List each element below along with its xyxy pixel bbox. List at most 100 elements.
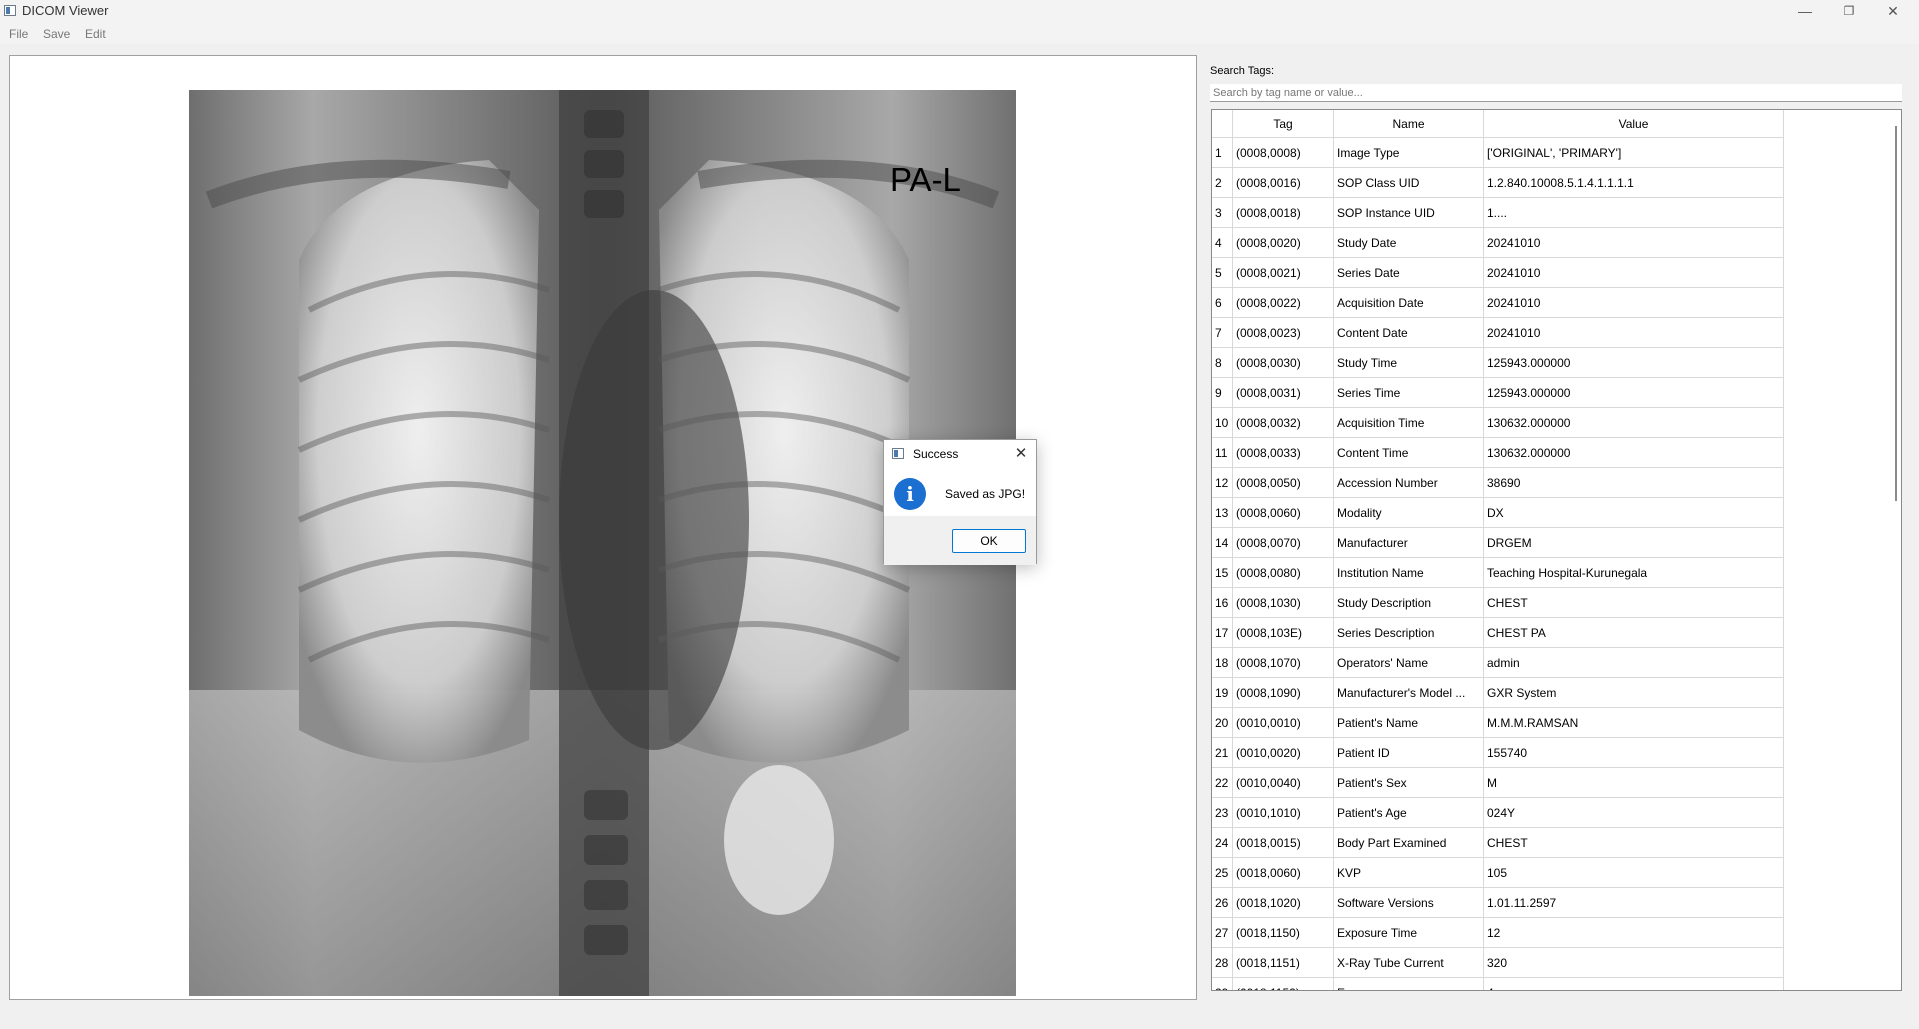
table-row[interactable]: 23 (0010,1010) Patient's Age 024Y: [1212, 798, 1901, 828]
tag-cell[interactable]: (0008,0050): [1233, 468, 1334, 498]
value-cell[interactable]: 20241010: [1484, 258, 1784, 288]
ok-button[interactable]: OK: [952, 529, 1026, 553]
row-index[interactable]: 10: [1212, 408, 1233, 438]
row-index[interactable]: 9: [1212, 378, 1233, 408]
row-index[interactable]: 13: [1212, 498, 1233, 528]
tag-cell[interactable]: (0018,1151): [1233, 948, 1334, 978]
value-cell[interactable]: 20241010: [1484, 228, 1784, 258]
table-row[interactable]: 19 (0008,1090) Manufacturer's Model ... GXR…: [1212, 678, 1901, 708]
row-index[interactable]: 28: [1212, 948, 1233, 978]
name-cell[interactable]: Series Description: [1334, 618, 1484, 648]
tag-cell[interactable]: (0008,0022): [1233, 288, 1334, 318]
name-cell[interactable]: KVP: [1334, 858, 1484, 888]
tag-cell[interactable]: (0010,0010): [1233, 708, 1334, 738]
name-cell[interactable]: Patient's Age: [1334, 798, 1484, 828]
value-cell[interactable]: 155740: [1484, 738, 1784, 768]
name-cell[interactable]: Operators' Name: [1334, 648, 1484, 678]
tag-cell[interactable]: (0008,0032): [1233, 408, 1334, 438]
dicom-tags-table[interactable]: Tag Name Value 1 (0008,0008) Image Type ['O…: [1211, 109, 1902, 991]
row-index[interactable]: 2: [1212, 168, 1233, 198]
table-row[interactable]: 4 (0008,0020) Study Date 20241010: [1212, 228, 1901, 258]
tag-cell[interactable]: (0008,1090): [1233, 678, 1334, 708]
name-cell[interactable]: Image Type: [1334, 138, 1484, 168]
name-cell[interactable]: Acquisition Date: [1334, 288, 1484, 318]
table-row[interactable]: 21 (0010,0020) Patient ID 155740: [1212, 738, 1901, 768]
name-cell[interactable]: SOP Instance UID: [1334, 198, 1484, 228]
value-cell[interactable]: CHEST: [1484, 828, 1784, 858]
name-cell[interactable]: SOP Class UID: [1334, 168, 1484, 198]
name-cell[interactable]: Accession Number: [1334, 468, 1484, 498]
name-cell[interactable]: Acquisition Time: [1334, 408, 1484, 438]
tag-cell[interactable]: (0018,1152): [1233, 978, 1334, 990]
value-cell[interactable]: CHEST PA: [1484, 618, 1784, 648]
table-row[interactable]: 16 (0008,1030) Study Description CHEST: [1212, 588, 1901, 618]
value-cell[interactable]: 130632.000000: [1484, 438, 1784, 468]
header-name[interactable]: Name: [1334, 110, 1484, 138]
name-cell[interactable]: Series Time: [1334, 378, 1484, 408]
name-cell[interactable]: Study Time: [1334, 348, 1484, 378]
tag-cell[interactable]: (0018,1020): [1233, 888, 1334, 918]
table-row[interactable]: 26 (0018,1020) Software Versions 1.01.11.25…: [1212, 888, 1901, 918]
table-row[interactable]: 9 (0008,0031) Series Time 125943.000000: [1212, 378, 1901, 408]
tag-cell[interactable]: (0010,0040): [1233, 768, 1334, 798]
menu-edit[interactable]: Edit: [85, 27, 106, 41]
name-cell[interactable]: Patient's Name: [1334, 708, 1484, 738]
tag-cell[interactable]: (0008,0020): [1233, 228, 1334, 258]
name-cell[interactable]: Body Part Examined: [1334, 828, 1484, 858]
table-row[interactable]: 7 (0008,0023) Content Date 20241010: [1212, 318, 1901, 348]
table-row[interactable]: 27 (0018,1150) Exposure Time 12: [1212, 918, 1901, 948]
value-cell[interactable]: M: [1484, 768, 1784, 798]
table-row[interactable]: 8 (0008,0030) Study Time 125943.000000: [1212, 348, 1901, 378]
tag-cell[interactable]: (0008,0021): [1233, 258, 1334, 288]
table-row[interactable]: 13 (0008,0060) Modality DX: [1212, 498, 1901, 528]
restore-icon[interactable]: ❐: [1826, 0, 1872, 22]
close-icon[interactable]: ✕: [1012, 444, 1030, 462]
table-row[interactable]: 5 (0008,0021) Series Date 20241010: [1212, 258, 1901, 288]
row-index[interactable]: 3: [1212, 198, 1233, 228]
table-row[interactable]: 10 (0008,0032) Acquisition Time 130632.0000…: [1212, 408, 1901, 438]
tag-cell[interactable]: (0008,0031): [1233, 378, 1334, 408]
value-cell[interactable]: 105: [1484, 858, 1784, 888]
tag-cell[interactable]: (0010,1010): [1233, 798, 1334, 828]
row-index[interactable]: 6: [1212, 288, 1233, 318]
row-index[interactable]: 15: [1212, 558, 1233, 588]
value-cell[interactable]: DX: [1484, 498, 1784, 528]
scrollbar-thumb[interactable]: [1895, 126, 1897, 501]
table-row[interactable]: 2 (0008,0016) SOP Class UID 1.2.840.10008.5…: [1212, 168, 1901, 198]
table-row[interactable]: 15 (0008,0080) Institution Name Teaching Ho…: [1212, 558, 1901, 588]
value-cell[interactable]: 125943.000000: [1484, 348, 1784, 378]
row-index[interactable]: 22: [1212, 768, 1233, 798]
tag-cell[interactable]: (0008,0008): [1233, 138, 1334, 168]
row-index[interactable]: 8: [1212, 348, 1233, 378]
value-cell[interactable]: 38690: [1484, 468, 1784, 498]
name-cell[interactable]: Manufacturer's Model ...: [1334, 678, 1484, 708]
value-cell[interactable]: 20241010: [1484, 288, 1784, 318]
table-row[interactable]: 29(0018,1152)Exposure4: [1212, 978, 1901, 990]
tag-cell[interactable]: (0008,0018): [1233, 198, 1334, 228]
tag-cell[interactable]: (0008,0030): [1233, 348, 1334, 378]
name-cell[interactable]: Exposure Time: [1334, 918, 1484, 948]
menu-file[interactable]: File: [9, 27, 28, 41]
row-index[interactable]: 11: [1212, 438, 1233, 468]
tag-cell[interactable]: (0018,1150): [1233, 918, 1334, 948]
tag-cell[interactable]: (0008,1070): [1233, 648, 1334, 678]
value-cell[interactable]: 024Y: [1484, 798, 1784, 828]
name-cell[interactable]: Content Date: [1334, 318, 1484, 348]
table-row[interactable]: 28 (0018,1151) X-Ray Tube Current 320: [1212, 948, 1901, 978]
row-index[interactable]: 18: [1212, 648, 1233, 678]
value-cell[interactable]: 1....: [1484, 198, 1784, 228]
value-cell[interactable]: GXR System: [1484, 678, 1784, 708]
value-cell[interactable]: 125943.000000: [1484, 378, 1784, 408]
value-cell[interactable]: 1.2.840.10008.5.1.4.1.1.1.1: [1484, 168, 1784, 198]
row-index[interactable]: 27: [1212, 918, 1233, 948]
close-icon[interactable]: ✕: [1870, 0, 1916, 22]
name-cell[interactable]: Content Time: [1334, 438, 1484, 468]
table-row[interactable]: 24 (0018,0015) Body Part Examined CHEST: [1212, 828, 1901, 858]
table-row[interactable]: 6 (0008,0022) Acquisition Date 20241010: [1212, 288, 1901, 318]
menu-save[interactable]: Save: [43, 27, 70, 41]
row-index[interactable]: 24: [1212, 828, 1233, 858]
table-row[interactable]: 20 (0010,0010) Patient's Name M.M.M.RAMSAN: [1212, 708, 1901, 738]
row-index[interactable]: 16: [1212, 588, 1233, 618]
row-index[interactable]: 29: [1212, 978, 1233, 990]
value-cell[interactable]: 20241010: [1484, 318, 1784, 348]
